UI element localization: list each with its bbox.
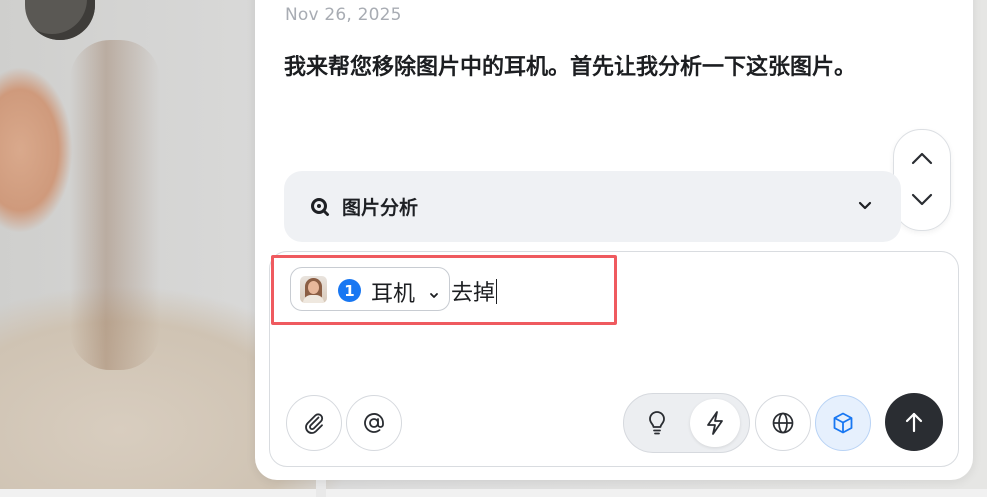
text-caret [496,279,498,304]
bottom-strip [0,489,987,497]
reference-label: 耳机 [371,282,416,307]
assistant-message: 我来帮您移除图片中的耳机。首先让我分析一下这张图片。 [284,55,857,80]
hair-shape [70,40,160,370]
mention-button[interactable] [346,395,402,451]
message-date: Nov 26, 2025 [285,5,402,25]
scroll-stub [316,478,326,497]
send-button[interactable] [885,393,943,451]
chevron-up-icon [911,152,933,165]
scroll-controls [893,129,951,231]
at-sign-icon [364,413,384,433]
fast-mode-button[interactable] [690,399,740,447]
message-input[interactable]: 去掉 [451,275,498,307]
image-reference-chip[interactable]: 1 耳机 [290,267,450,311]
chevron-down-icon[interactable] [429,285,439,304]
paperclip-icon [305,413,324,434]
scroll-up-button[interactable] [894,134,950,182]
input-text: 去掉 [451,281,496,306]
analysis-step-label: 图片分析 [342,197,419,219]
web-search-button[interactable] [755,395,811,451]
chevron-down-icon[interactable] [857,197,873,216]
cube-icon [833,412,853,434]
reference-index-badge: 1 [338,279,361,302]
attach-button[interactable] [286,395,342,451]
image-thumbnail [300,276,327,303]
mode-toggle-group [623,393,750,453]
think-mode-button[interactable] [632,399,682,447]
arrow-up-icon [905,412,923,433]
lightning-icon [707,411,723,435]
search-analysis-icon [310,197,330,221]
model-select-button[interactable] [815,395,871,451]
analysis-step[interactable]: 图片分析 [284,171,901,242]
lightbulb-icon [649,411,665,435]
globe-icon [772,412,794,434]
chevron-down-icon [911,193,933,206]
scroll-down-button[interactable] [894,176,950,224]
